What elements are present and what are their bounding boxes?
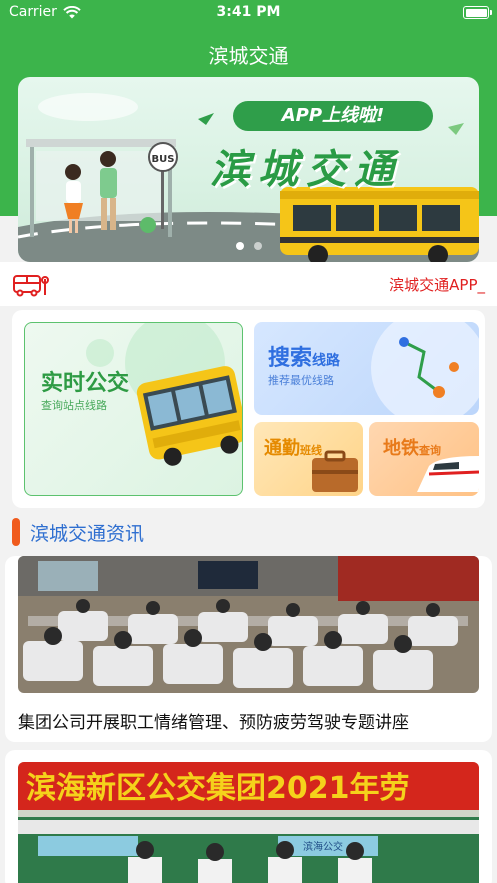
news-photo-banner-text: 滨海新区公交集团2021年劳	[26, 771, 410, 806]
promo-banner[interactable]: BUS APP上线啦! 滨城交通	[18, 77, 479, 262]
news-section-title: 滨城交通资讯	[30, 522, 145, 545]
clock: 3:41 PM	[216, 4, 281, 20]
status-bar: Carrier 3:41 PM	[0, 0, 497, 26]
news-photo-bus-label: 滨海公交	[303, 840, 343, 853]
service-grid: 实时公交 查询站点线路 搜索线路 推荐最优线路 通勤班线 地铁查询	[12, 310, 485, 508]
page-title: 滨城交通	[208, 44, 289, 68]
news-section-header: 滨城交通资讯	[12, 518, 144, 546]
search-route-title: 搜索线路	[268, 346, 341, 371]
commute-tile[interactable]: 通勤班线	[254, 422, 363, 496]
news-photo	[18, 556, 479, 693]
realtime-bus-title: 实时公交	[41, 371, 130, 396]
section-marker	[12, 518, 20, 546]
banner-pagination	[18, 242, 479, 250]
search-route-subtitle: 推荐最优线路	[268, 374, 334, 387]
battery-icon	[463, 6, 492, 19]
news-photo-image	[18, 556, 479, 693]
commute-title: 通勤班线	[264, 438, 322, 459]
bus-icon	[13, 275, 49, 297]
realtime-bus-subtitle: 查询站点线路	[41, 399, 107, 412]
notice-bar[interactable]: 滨城交通APP_	[0, 262, 497, 306]
pagination-dot[interactable]	[253, 242, 262, 250]
banner-headline: APP上线啦!	[233, 101, 433, 131]
subway-tile[interactable]: 地铁查询	[369, 422, 479, 496]
realtime-bus-tile[interactable]: 实时公交 查询站点线路	[24, 322, 243, 496]
svg-text:BUS: BUS	[152, 154, 175, 165]
news-photo-image: 滨海新区公交集团2021年劳 滨海公交	[18, 762, 479, 883]
news-item[interactable]: 集团公司开展职工情绪管理、预防疲劳驾驶专题讲座	[5, 556, 492, 742]
news-photo: 滨海新区公交集团2021年劳 滨海公交	[18, 762, 479, 883]
pagination-dot-active[interactable]	[235, 242, 244, 250]
search-route-tile[interactable]: 搜索线路 推荐最优线路	[254, 322, 479, 415]
notice-text: 滨城交通APP_	[389, 276, 485, 294]
subway-title: 地铁查询	[383, 438, 441, 459]
banner-brand: 滨城交通	[210, 147, 402, 193]
news-caption: 集团公司开展职工情绪管理、预防疲劳驾驶专题讲座	[18, 713, 409, 733]
news-item[interactable]: 滨海新区公交集团2021年劳 滨海公交	[5, 750, 492, 883]
